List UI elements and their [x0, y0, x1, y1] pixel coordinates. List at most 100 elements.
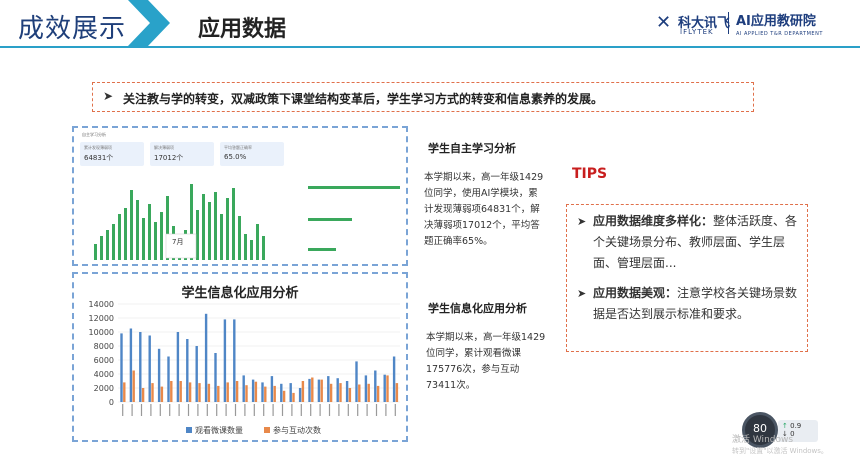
bar-micro-lesson	[167, 356, 170, 402]
bar-micro-lesson	[336, 378, 339, 402]
bar-interaction	[329, 383, 333, 402]
tip-heading: 应用数据美观：	[593, 286, 678, 300]
bar-interaction	[198, 383, 201, 402]
bar-interaction	[245, 385, 248, 402]
y-tick-label: 10000	[89, 328, 114, 337]
arrow-bullet-icon: ➤	[103, 89, 114, 103]
bar-micro-lesson	[242, 375, 245, 402]
bar-micro-lesson	[270, 376, 274, 402]
chevron-icon	[128, 0, 170, 46]
bar-interaction	[264, 386, 267, 402]
tip-heading: 应用数据维度多样化：	[593, 214, 714, 228]
bar-micro-lesson	[261, 382, 264, 402]
bar-micro-lesson	[223, 319, 227, 402]
bar-interaction	[376, 385, 380, 402]
bar-interaction	[235, 381, 239, 402]
bar-interaction	[273, 385, 276, 402]
bar-interaction	[386, 375, 389, 402]
bar-micro-lesson	[280, 383, 283, 402]
bar-interaction	[217, 385, 220, 402]
header-rule	[0, 46, 860, 48]
bar-chart: 0 2000 4000 6000 8000 10000 12000 14000 观看微课数量 参与…	[89, 300, 400, 435]
bar-micro-lesson	[308, 378, 311, 402]
y-tick-label: 4000	[94, 370, 114, 379]
stat-card: 累计发现薄弱项 64831个	[80, 142, 144, 166]
y-tick-label: 8000	[94, 342, 114, 351]
iflytek-logo: ✕ 科大讯飞 IFLYTEK	[656, 10, 746, 36]
bar-interaction	[339, 383, 342, 402]
tip-item: ➤ 应用数据维度多样化：整体活跃度、各个关键场景分布、教师层面、学生层面、管理层…	[577, 211, 803, 274]
bar-micro-lesson	[374, 370, 377, 402]
activation-watermark-sub: 转到"设置"以激活 Windows。	[732, 447, 828, 455]
key-point-banner: ➤ 关注教与学的转变，双减政策下课堂结构变革后，学生学习方式的转变和信息素养的发…	[92, 82, 754, 112]
stat-value: 64831个	[84, 154, 114, 162]
slide-header: 成效展示 应用数据 ✕ 科大讯飞 IFLYTEK AI应用教研院 AI APPL…	[0, 0, 860, 50]
bar-interaction	[367, 383, 370, 402]
department-logo-cn: AI应用教研院	[736, 14, 816, 29]
legend-swatch	[264, 427, 270, 433]
bar-interaction	[282, 390, 286, 402]
arrow-bullet-icon: ➤	[577, 215, 587, 228]
stat-card: 平均答题正确率 65.0%	[220, 142, 284, 166]
department-logo-en: AI APPLIED T&R DEPARTMENT	[736, 31, 823, 37]
bar-micro-lesson	[120, 333, 123, 402]
bar-interaction	[188, 382, 192, 402]
slide-title: 成效展示	[18, 14, 127, 44]
bar-micro-lesson	[298, 388, 302, 402]
bar-interaction	[141, 388, 145, 402]
bar-interaction	[320, 379, 323, 402]
section1-body: 本学期以来，高一年级1429位同学，使用AI学模块，累计发现薄弱项64831个，…	[424, 172, 544, 247]
bar-micro-lesson	[129, 328, 133, 402]
bar-micro-lesson	[392, 356, 396, 402]
bar-micro-lesson	[317, 379, 321, 402]
bar-micro-lesson	[214, 353, 217, 402]
stat-label: 平均答题正确率	[224, 145, 252, 150]
legend-swatch	[186, 427, 192, 433]
mini-hbar	[308, 248, 336, 251]
mini-hbar	[308, 218, 352, 221]
bar-interaction	[160, 386, 164, 402]
title-block: 成效展示	[0, 0, 140, 50]
mini-dashboard-title: 自主学习分析	[82, 132, 106, 137]
banner-text: 关注教与学的转变，双减政策下课堂结构变革后，学生学习方式的转变和信息素养的发展。	[123, 92, 604, 106]
mini-hbar-chart	[308, 186, 400, 251]
stat-label: 累计发现薄弱项	[84, 145, 112, 150]
bar-micro-lesson	[289, 383, 292, 402]
legend-label: 参与互动次数	[273, 425, 321, 435]
section2-body: 本学期以来，高一年级1429位同学，累计观看微课175776次，参与互动7341…	[426, 332, 546, 391]
bar-interaction	[301, 381, 305, 402]
bar-micro-lesson	[383, 374, 386, 402]
section1-title: 学生自主学习分析	[428, 142, 516, 155]
bar-interaction	[151, 383, 154, 402]
bar-micro-lesson	[139, 332, 142, 402]
bar-micro-lesson	[157, 348, 161, 402]
mini-tooltip-label: 7月	[172, 238, 183, 246]
legend-label: 观看微课数量	[195, 425, 243, 435]
bar-interaction	[348, 388, 352, 402]
bar-interaction	[207, 383, 211, 402]
bar-micro-lesson	[176, 332, 180, 402]
upload-arrow-icon: ↑	[782, 422, 788, 430]
bar-interaction	[395, 383, 399, 402]
tips-box: ➤ 应用数据维度多样化：整体活跃度、各个关键场景分布、教师层面、学生层面、管理层…	[566, 204, 808, 352]
slide-subtitle: 应用数据	[198, 17, 287, 42]
info-app-chart-panel: 学生信息化应用分析 0 2000 4000 6000 8000 10000 12000 140…	[72, 272, 408, 442]
mini-bar-chart: 7月	[94, 184, 265, 260]
bar-micro-lesson	[186, 339, 189, 402]
tips-label: TIPS	[572, 166, 608, 182]
bar-interaction	[123, 382, 126, 402]
y-tick-label: 14000	[89, 300, 114, 309]
bar-interaction	[358, 384, 361, 402]
mini-hbar	[308, 186, 400, 189]
bar-interaction	[170, 381, 173, 402]
arrow-bullet-icon: ➤	[577, 287, 587, 300]
bar-interaction	[254, 381, 258, 402]
bar-interaction	[132, 370, 135, 402]
bar-interaction	[292, 392, 295, 402]
bar-interaction	[226, 382, 229, 402]
self-study-screenshot: 自主学习分析 累计发现薄弱项 64831个 解决薄弱项 17012个 平均答题正…	[72, 126, 408, 266]
activation-watermark: 激活 Windows	[732, 435, 794, 445]
bar-micro-lesson	[233, 319, 236, 402]
bar-micro-lesson	[195, 346, 198, 402]
y-tick-label: 12000	[89, 314, 114, 323]
